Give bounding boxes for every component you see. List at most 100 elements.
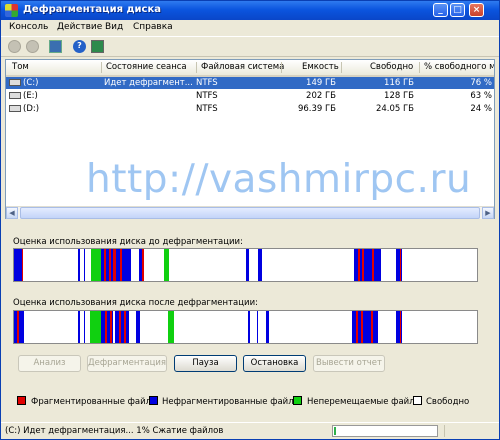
cluster-segment <box>142 249 144 281</box>
scroll-right-button[interactable]: ▶ <box>482 207 494 219</box>
cell-fs: NTFS <box>196 78 218 88</box>
column-volume[interactable]: Том <box>12 62 29 72</box>
cluster-segment <box>136 311 140 343</box>
table-row[interactable]: (E:) NTFS 202 ГБ 128 ГБ 63 % <box>6 90 494 102</box>
window-title: Дефрагментация диска <box>23 4 162 15</box>
legend-unmovable-swatch <box>293 396 302 405</box>
cluster-segment <box>128 249 131 281</box>
scroll-left-button[interactable]: ◀ <box>6 207 18 219</box>
cluster-segment <box>120 249 122 281</box>
cluster-segment <box>400 249 401 281</box>
legend-unmovable: Неперемещаемые файлы <box>307 397 422 407</box>
after-usage-strip <box>13 310 478 344</box>
cluster-segment <box>91 249 101 281</box>
cluster-segment <box>258 249 262 281</box>
cluster-segment <box>109 249 111 281</box>
table-row[interactable]: (D:) NTFS 96.39 ГБ 24.05 ГБ 24 % <box>6 103 494 115</box>
before-usage-strip <box>13 248 478 282</box>
report-button[interactable]: Вывести отчет <box>313 355 385 372</box>
column-capacity[interactable]: Емкость <box>302 62 339 72</box>
column-free-percent[interactable]: % свободного мест <box>424 62 494 72</box>
drive-icon <box>9 79 21 86</box>
stop-button[interactable]: Остановка <box>243 355 306 372</box>
cluster-segment <box>119 311 121 343</box>
drive-icon <box>9 92 21 99</box>
legend-free-swatch <box>413 396 422 405</box>
cluster-segment <box>110 311 112 343</box>
cluster-segment <box>78 311 80 343</box>
horizontal-scrollbar[interactable]: ◀ ▶ <box>6 206 494 219</box>
cluster-segment <box>116 249 128 281</box>
toolbar: ? <box>1 36 499 57</box>
cluster-segment <box>84 249 85 281</box>
cluster-segment <box>164 249 169 281</box>
cluster-segment <box>352 311 367 343</box>
cluster-segment <box>378 249 381 281</box>
watermark-text: http://vashmirpc.ru <box>86 157 472 202</box>
cluster-segment <box>257 311 258 343</box>
forward-icon[interactable] <box>26 40 39 53</box>
cell-free: 24.05 ГБ <box>375 104 414 114</box>
legend-contiguous-swatch <box>149 396 158 405</box>
cluster-segment <box>17 311 19 343</box>
cluster-segment <box>14 249 22 281</box>
title-bar[interactable]: Дефрагментация диска _ □ × <box>1 1 499 20</box>
legend-fragmented: Фрагментированные файлы <box>31 397 158 407</box>
cluster-segment <box>105 311 107 343</box>
cluster-segment <box>101 249 113 281</box>
progress-fill <box>334 427 336 435</box>
status-text: (C:) Идет дефрагментация... 1% Сжатие фа… <box>5 426 224 436</box>
scroll-thumb[interactable] <box>20 207 480 219</box>
menu-view[interactable]: Вид <box>105 22 123 32</box>
close-button[interactable]: × <box>469 3 484 17</box>
cell-fs: NTFS <box>196 104 218 114</box>
maximize-button[interactable]: □ <box>450 3 465 17</box>
cluster-segment <box>361 311 363 343</box>
menu-help[interactable]: Справка <box>133 22 173 32</box>
column-fs[interactable]: Файловая система <box>201 62 284 72</box>
analyze-button[interactable]: Анализ <box>18 355 81 372</box>
cell-fs: NTFS <box>196 91 218 101</box>
status-grip <box>444 425 495 437</box>
cell-free: 128 ГБ <box>384 91 414 101</box>
cluster-segment <box>84 311 85 343</box>
cluster-segment <box>371 311 373 343</box>
back-icon[interactable] <box>8 40 21 53</box>
cell-capacity: 202 ГБ <box>306 91 336 101</box>
defragment-button[interactable]: Дефрагментация <box>87 355 167 372</box>
console-icon[interactable] <box>49 40 62 53</box>
menu-action[interactable]: Действие <box>57 22 102 32</box>
cell-percent: 76 % <box>470 78 492 88</box>
cluster-segment <box>14 311 24 343</box>
list-header: Том Состояние сеанса Файловая система Ем… <box>6 60 494 77</box>
properties-icon[interactable] <box>91 40 104 53</box>
cell-capacity: 96.39 ГБ <box>297 104 336 114</box>
cluster-segment <box>356 311 358 343</box>
defrag-window: Дефрагментация диска _ □ × Консоль Дейст… <box>0 0 500 440</box>
minimize-button[interactable]: _ <box>433 3 448 17</box>
legend-fragmented-swatch <box>17 396 26 405</box>
column-free[interactable]: Свободно <box>370 62 413 72</box>
cluster-segment <box>362 249 364 281</box>
cluster-segment <box>248 311 250 343</box>
table-row[interactable]: (C:) Идет дефрагмент... NTFS 149 ГБ 116 … <box>6 77 494 89</box>
status-bar: (C:) Идет дефрагментация... 1% Сжатие фа… <box>1 422 499 440</box>
pause-button[interactable]: Пауза <box>174 355 237 372</box>
cluster-segment <box>372 249 374 281</box>
cluster-segment <box>124 311 126 343</box>
column-state[interactable]: Состояние сеанса <box>106 62 187 72</box>
help-icon[interactable]: ? <box>73 40 86 53</box>
cell-free: 116 ГБ <box>384 78 414 88</box>
cluster-segment <box>358 249 360 281</box>
cluster-segment <box>266 311 269 343</box>
legend-free: Свободно <box>426 397 470 407</box>
cell-percent: 63 % <box>470 91 492 101</box>
cluster-segment <box>396 311 402 343</box>
cluster-segment <box>354 249 368 281</box>
cluster-segment <box>90 311 101 343</box>
cell-state: Идет дефрагмент... <box>104 78 193 88</box>
cluster-segment <box>78 249 80 281</box>
progress-bar <box>332 425 438 437</box>
menu-console[interactable]: Консоль <box>9 22 48 32</box>
after-label: Оценка использования диска после дефрагм… <box>13 298 258 308</box>
